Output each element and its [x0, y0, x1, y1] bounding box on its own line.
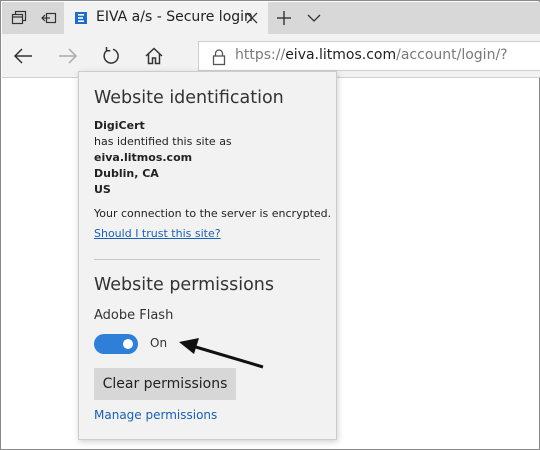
url-path: /account/login/? [396, 47, 508, 63]
refresh-icon [103, 47, 119, 64]
adobe-flash-toggle[interactable] [94, 334, 138, 354]
browser-window: EIVA a/s - Secure login https://eiva.lit… [0, 0, 540, 450]
toggle-knob [123, 339, 133, 349]
site-country: US [94, 183, 111, 196]
back-button[interactable] [7, 40, 39, 72]
lock-icon[interactable] [211, 48, 227, 66]
set-aside-tabs-button[interactable] [34, 2, 64, 34]
tab-preview-button[interactable] [299, 2, 329, 34]
tab-title: EIVA a/s - Secure login [96, 9, 253, 25]
divider [94, 259, 320, 260]
certificate-issuer: DigiCert [94, 119, 145, 132]
toggle-state-label: On [150, 336, 168, 350]
adobe-flash-label: Adobe Flash [94, 308, 174, 323]
site-city: Dublin, CA [94, 167, 159, 180]
refresh-button[interactable] [95, 40, 127, 72]
connection-status: Your connection to the server is encrypt… [94, 207, 332, 220]
edge-favicon-icon [75, 12, 87, 24]
set-aside-tabs-icon [41, 12, 57, 24]
tab-close-button[interactable] [242, 8, 262, 28]
tab-bar: EIVA a/s - Secure login [2, 2, 540, 35]
chevron-down-icon [307, 14, 321, 22]
forward-arrow-icon [59, 48, 78, 64]
site-info-flyout: Website identification DigiCert has iden… [78, 71, 337, 440]
identified-text: has identified this site as [94, 135, 232, 148]
site-domain: eiva.litmos.com [94, 151, 193, 164]
permissions-heading: Website permissions [94, 275, 275, 295]
clear-permissions-button[interactable]: Clear permissions [94, 368, 236, 400]
new-tab-icon [277, 11, 291, 25]
back-arrow-icon [13, 48, 32, 64]
tab-active[interactable]: EIVA a/s - Secure login [64, 2, 268, 35]
forward-button[interactable] [52, 40, 84, 72]
new-tab-button[interactable] [269, 2, 299, 34]
trust-site-link[interactable]: Should I trust this site? [94, 226, 221, 242]
tab-manager-icon [11, 10, 27, 25]
address-bar[interactable]: https://eiva.litmos.com/account/login/? [198, 41, 540, 71]
url-text: https://eiva.litmos.com/account/login/? [235, 47, 508, 63]
manage-permissions-link[interactable]: Manage permissions [94, 408, 217, 422]
home-button[interactable] [138, 40, 170, 72]
url-prefix: https:// [235, 47, 286, 63]
tab-manager-button[interactable] [4, 2, 34, 34]
identification-heading: Website identification [94, 88, 284, 108]
home-icon [145, 47, 163, 65]
close-icon [246, 12, 258, 24]
url-host: eiva.litmos.com [285, 47, 397, 63]
